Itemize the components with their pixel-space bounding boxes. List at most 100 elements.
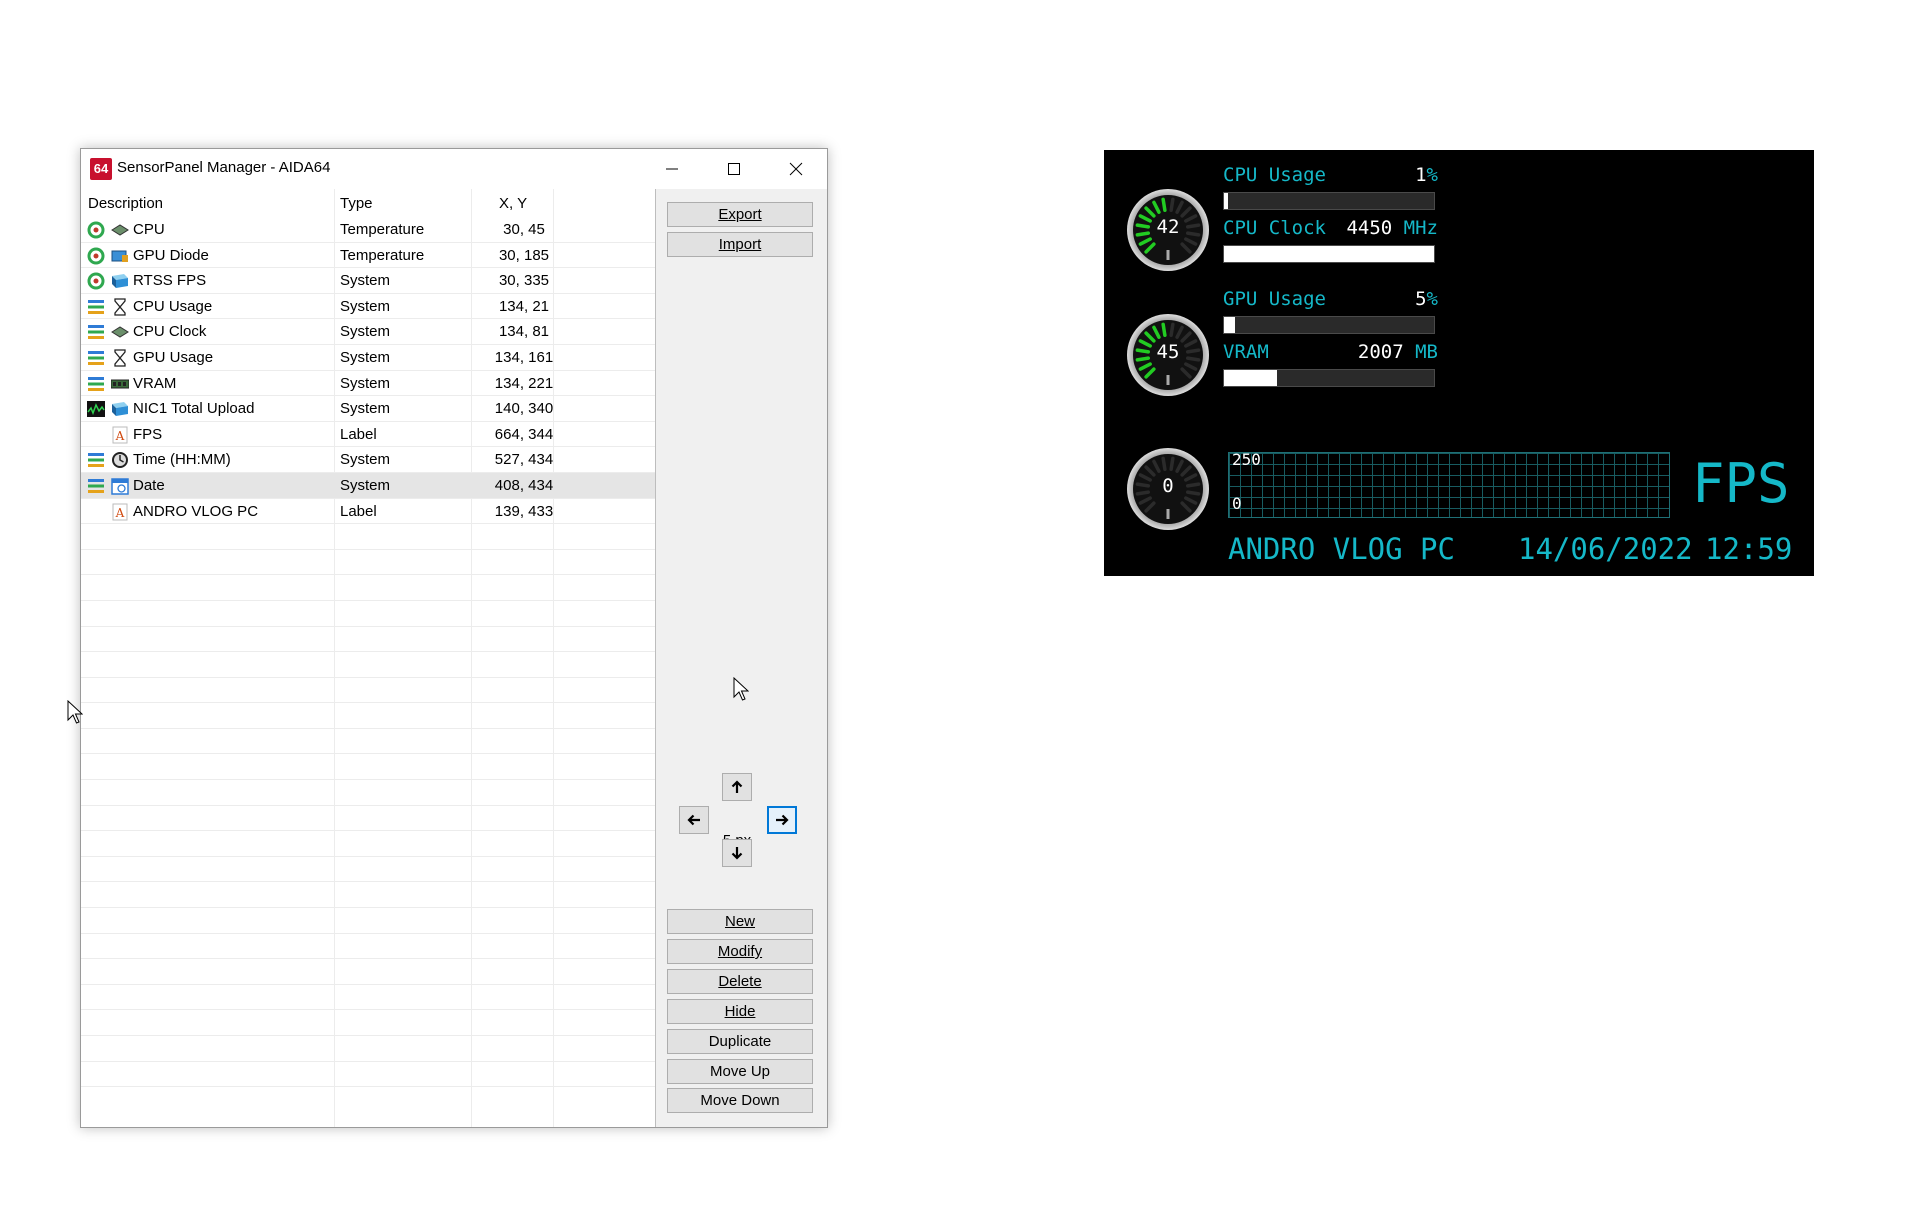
close-button[interactable] (765, 149, 827, 189)
graph-icon (87, 400, 105, 418)
bar-icon (87, 477, 105, 495)
row-type: Label (340, 502, 377, 520)
empty-row (81, 729, 655, 755)
bar-icon (87, 323, 105, 341)
minimize-icon (666, 168, 678, 170)
import-button[interactable]: Import (667, 232, 813, 257)
memory-icon (110, 375, 130, 393)
cpu-usage-value: 1 (1415, 164, 1427, 186)
bar-icon (87, 451, 105, 469)
row-description: VRAM (133, 374, 177, 392)
duplicate-label: Duplicate (708, 1033, 772, 1050)
thermometer-icon (1166, 250, 1170, 260)
cpu-usage-unit: % (1426, 164, 1438, 186)
row-xy: 139, 433 (494, 502, 554, 520)
nudge-left-button[interactable] (679, 806, 709, 834)
empty-row (81, 857, 655, 883)
pc-name-label: ANDRO VLOG PC (1228, 532, 1455, 566)
row-description: CPU (133, 221, 165, 238)
arrow-right-icon (776, 814, 789, 826)
cpu-usage-bar (1223, 192, 1435, 210)
header-type[interactable]: Type (340, 195, 373, 212)
export-button[interactable]: Export (667, 202, 813, 227)
row-description: GPU Usage (133, 348, 214, 366)
nudge-down-button[interactable] (722, 839, 752, 867)
sensor-item-list[interactable]: Description Type X, Y CPU Temperature 30, … (81, 189, 656, 1127)
minimize-button[interactable] (641, 149, 703, 189)
table-row[interactable]: CPU Temperature 30, 45 (81, 217, 655, 243)
fps-title-label: FPS (1692, 452, 1790, 515)
vram-value: 2007 (1357, 341, 1404, 363)
new-label: New (724, 913, 755, 930)
vram-label: VRAM (1223, 341, 1269, 363)
table-row[interactable]: CPU Usage System 134, 21 (81, 294, 655, 320)
row-description: CPU Usage (133, 297, 213, 315)
empty-row (81, 703, 655, 729)
header-description[interactable]: Description (88, 195, 163, 212)
row-type: System (340, 272, 391, 290)
bar-icon (87, 349, 105, 367)
cpu-clock-value: 4450 (1346, 217, 1393, 239)
clock-icon (111, 451, 129, 469)
table-row[interactable]: Date System 408, 434 (81, 472, 655, 499)
table-row[interactable]: RTSS FPS System 30, 335 (81, 268, 655, 294)
empty-row (81, 754, 655, 781)
mouse-cursor-icon-2 (733, 677, 749, 701)
row-description: RTSS FPS (133, 272, 207, 290)
list-header: Description Type X, Y (81, 189, 655, 217)
move-down-button[interactable]: Move Down (667, 1088, 813, 1113)
close-icon (789, 162, 803, 176)
table-row[interactable]: A ANDRO VLOG PC Label 139, 433 (81, 499, 655, 525)
row-xy: 527, 434 (494, 451, 554, 469)
empty-row (81, 1062, 655, 1088)
gauge-segment (1161, 197, 1167, 212)
aida64-app-icon: 64 (90, 158, 112, 180)
row-type: Temperature (340, 221, 425, 238)
move-down-label: Move Down (700, 1092, 780, 1109)
delete-button[interactable]: Delete (667, 969, 813, 994)
row-description: CPU Clock (133, 323, 207, 341)
empty-row (81, 575, 655, 601)
gpu-icon (111, 247, 129, 265)
row-type: System (340, 348, 391, 366)
modify-label: Modify (717, 943, 763, 960)
row-xy: 134, 21 (498, 297, 550, 315)
cpu-temperature-value: 42 (1156, 216, 1180, 238)
row-type: System (340, 374, 391, 392)
table-row[interactable]: Time (HH:MM) System 527, 434 (81, 447, 655, 473)
new-button[interactable]: New (667, 909, 813, 934)
vram-bar (1223, 369, 1435, 387)
gpu-usage-bar (1223, 316, 1435, 334)
empty-row (81, 1036, 655, 1062)
table-row[interactable]: CPU Clock System 134, 81 (81, 319, 655, 345)
gpu-usage-unit: % (1426, 288, 1438, 310)
thermometer-icon (1166, 375, 1170, 385)
maximize-button[interactable] (703, 149, 765, 189)
table-row[interactable]: VRAM System 134, 221 (81, 371, 655, 397)
row-xy: 30, 185 (498, 246, 550, 264)
header-xy[interactable]: X, Y (499, 195, 527, 212)
table-row[interactable]: A FPS Label 664, 344 (81, 422, 655, 448)
svg-text:A: A (115, 506, 125, 520)
table-row[interactable]: GPU Usage System 134, 161 (81, 345, 655, 371)
nudge-up-button[interactable] (722, 773, 752, 801)
move-up-button[interactable]: Move Up (667, 1059, 813, 1084)
title-bar[interactable]: 64 SensorPanel Manager - AIDA64 (81, 149, 827, 189)
window-title: SensorPanel Manager - AIDA64 (117, 159, 331, 176)
hide-button[interactable]: Hide (667, 999, 813, 1024)
modify-button[interactable]: Modify (667, 939, 813, 964)
hourglass-icon (111, 349, 129, 367)
bar-icon (87, 375, 105, 393)
duplicate-button[interactable]: Duplicate (667, 1029, 813, 1054)
table-row[interactable]: GPU Diode Temperature 30, 185 (81, 243, 655, 269)
gpu-usage-label: GPU Usage (1223, 288, 1326, 310)
empty-row (81, 985, 655, 1011)
table-row[interactable]: NIC1 Total Upload System 140, 340 (81, 396, 655, 422)
row-type: Label (340, 425, 377, 443)
gauge-segment (1161, 456, 1167, 471)
gpu-usage-readout: 5% (1348, 288, 1438, 310)
mouse-cursor-icon (67, 700, 83, 724)
row-type: System (340, 297, 391, 315)
export-label: Export (718, 206, 762, 223)
nudge-right-button[interactable] (767, 806, 797, 834)
